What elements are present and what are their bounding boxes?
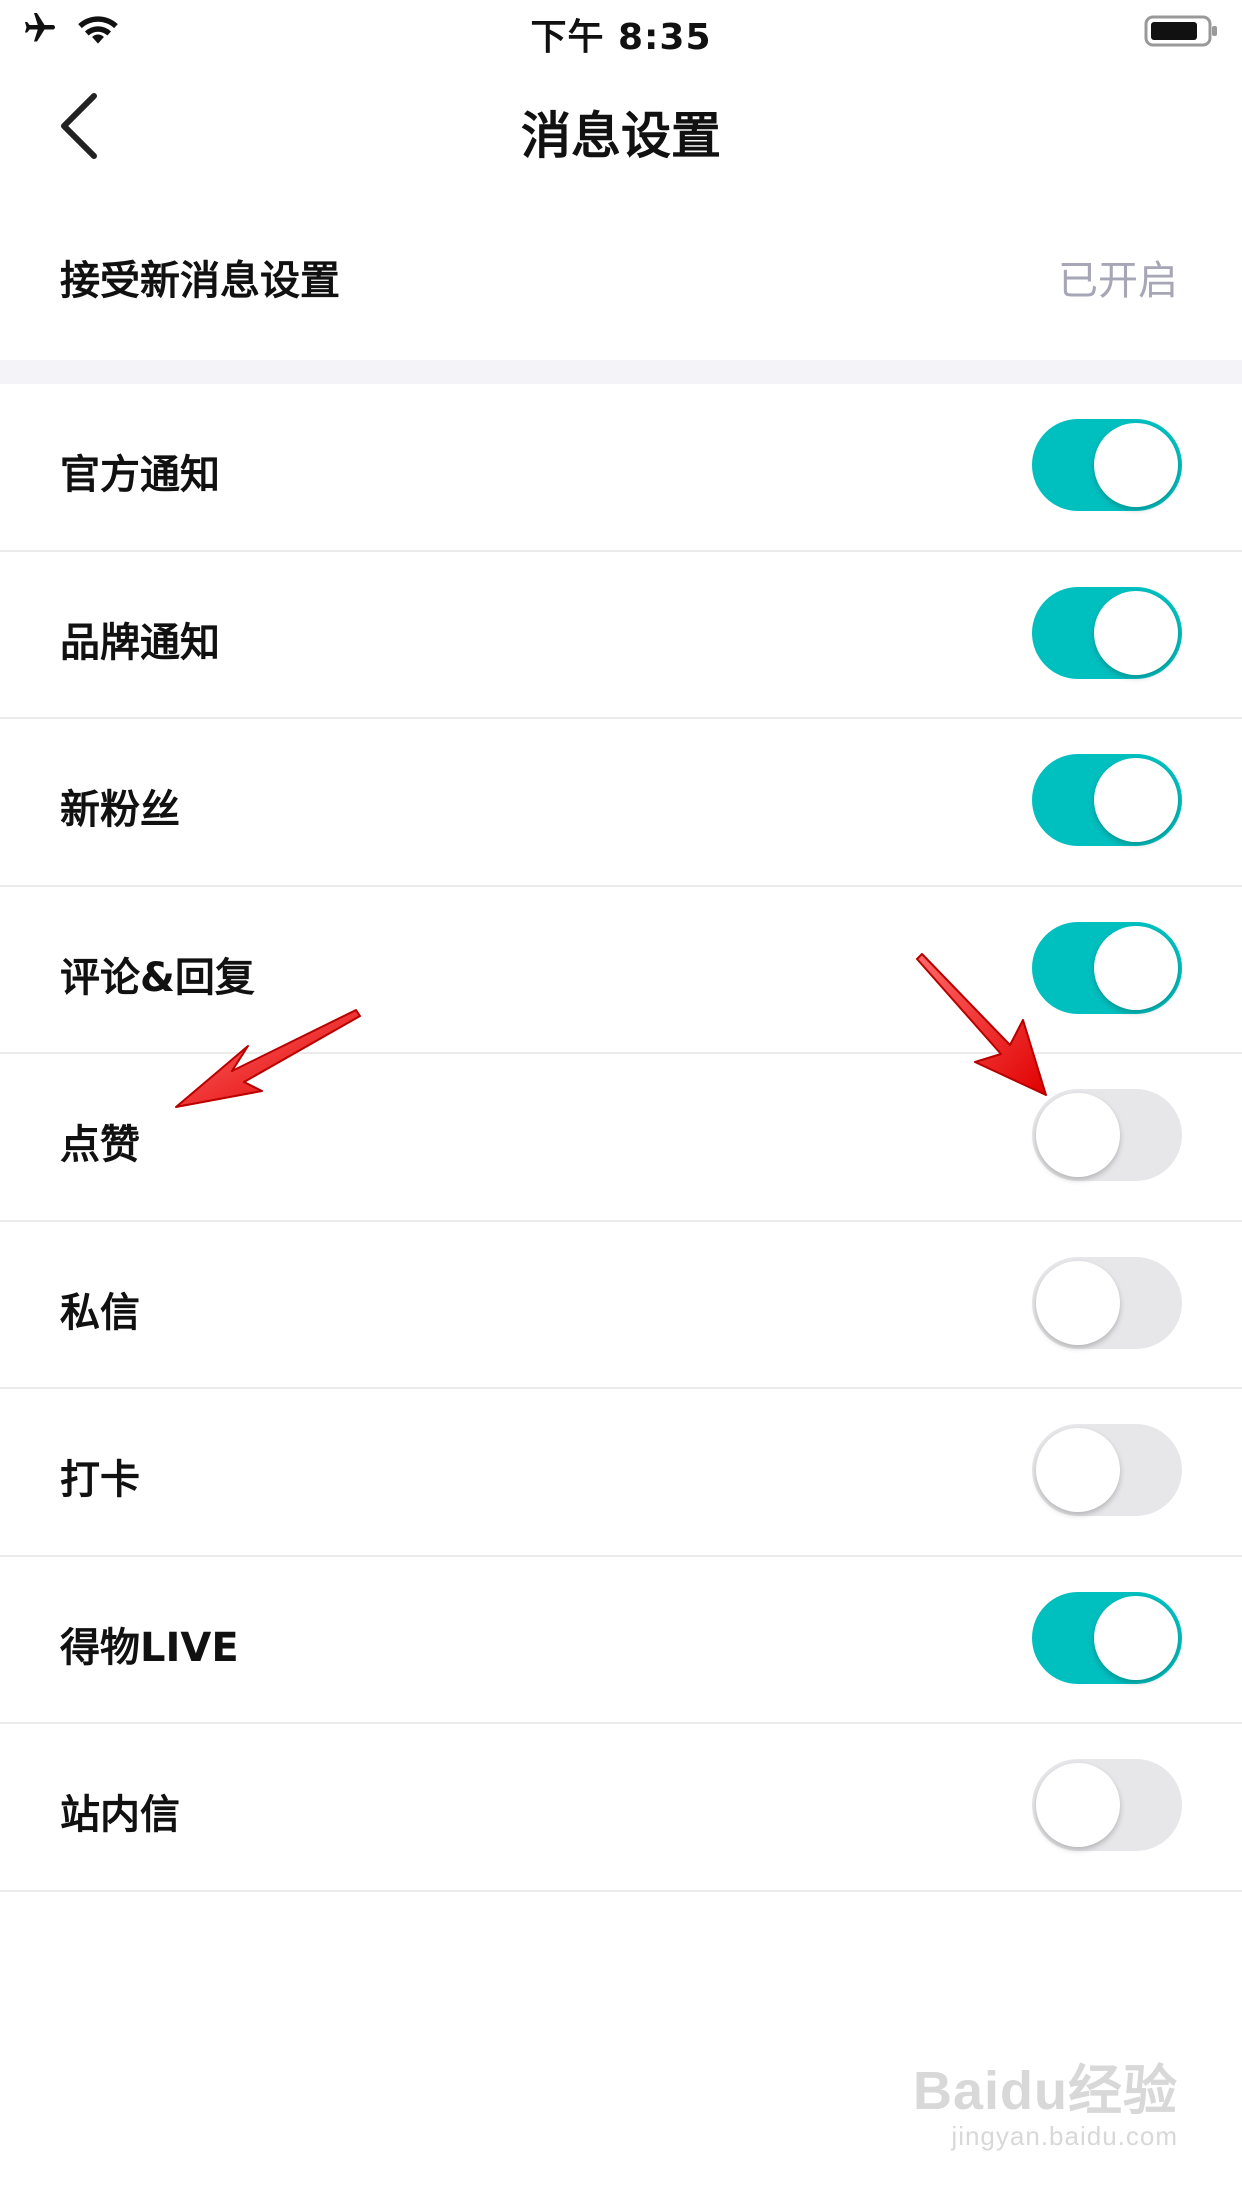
setting-row-private-messages: 私信 — [0, 1222, 1242, 1389]
setting-label: 品牌通知 — [60, 619, 220, 666]
nav-bar: 消息设置 — [0, 62, 1242, 192]
setting-label: 打卡 — [60, 1457, 140, 1503]
toggle-knob — [1036, 1260, 1120, 1345]
setting-row-live: 得物LIVE — [0, 1557, 1242, 1724]
toggle-knob — [1036, 1428, 1120, 1512]
watermark: Baidu经验 jingyan.baidu.com — [913, 2046, 1178, 2152]
section-divider — [0, 360, 1242, 384]
toggle-switch[interactable] — [1032, 1256, 1182, 1349]
battery-icon — [1144, 14, 1220, 52]
notification-settings-list: 官方通知 品牌通知 新粉丝 评论&回复 点赞 私信 打卡 得物LIVE 站内信 — [0, 384, 1242, 1892]
setting-row-check-in: 打卡 — [0, 1389, 1242, 1557]
toggle-knob — [1094, 758, 1178, 842]
receive-new-message-row[interactable]: 接受新消息设置 已开启 — [0, 192, 1242, 360]
setting-row-comments: 评论&回复 — [0, 887, 1242, 1054]
setting-label: 点赞 — [60, 1122, 140, 1168]
toggle-knob — [1094, 590, 1178, 675]
toggle-switch[interactable] — [1032, 1591, 1182, 1684]
toggle-switch[interactable] — [1032, 586, 1182, 679]
status-time: 下午 8:35 — [530, 17, 712, 58]
toggle-switch[interactable] — [1032, 754, 1182, 846]
setting-row-new-followers: 新粉丝 — [0, 719, 1242, 887]
watermark-url: jingyan.baidu.com — [951, 2121, 1178, 2151]
toggle-switch[interactable] — [1032, 1424, 1182, 1516]
toggle-knob — [1036, 1093, 1120, 1177]
setting-row-official: 官方通知 — [0, 384, 1242, 552]
setting-label: 私信 — [60, 1289, 140, 1336]
toggle-switch[interactable] — [1032, 1089, 1182, 1181]
setting-row-likes: 点赞 — [0, 1054, 1242, 1222]
setting-label: 新粉丝 — [60, 787, 180, 833]
toggle-switch[interactable] — [1032, 419, 1182, 511]
setting-label: 站内信 — [60, 1792, 180, 1838]
watermark-logo: Baidu经验 — [912, 2061, 1178, 2121]
toggle-knob — [1094, 1595, 1178, 1680]
toggle-knob — [1094, 423, 1178, 507]
setting-row-brand: 品牌通知 — [0, 552, 1242, 719]
receive-new-message-status: 已开启 — [1058, 258, 1178, 304]
receive-new-message-label: 接受新消息设置 — [60, 258, 340, 304]
setting-label: 官方通知 — [60, 452, 220, 498]
toggle-switch[interactable] — [1032, 921, 1182, 1014]
toggle-knob — [1036, 1763, 1120, 1847]
status-bar: 下午 8:35 — [0, 0, 1242, 62]
setting-label: 得物LIVE — [60, 1624, 239, 1671]
page-title: 消息设置 — [521, 107, 721, 165]
toggle-knob — [1094, 925, 1178, 1010]
toggle-switch[interactable] — [1032, 1759, 1182, 1851]
setting-label: 评论&回复 — [60, 954, 255, 1001]
setting-row-site-messages: 站内信 — [0, 1724, 1242, 1892]
